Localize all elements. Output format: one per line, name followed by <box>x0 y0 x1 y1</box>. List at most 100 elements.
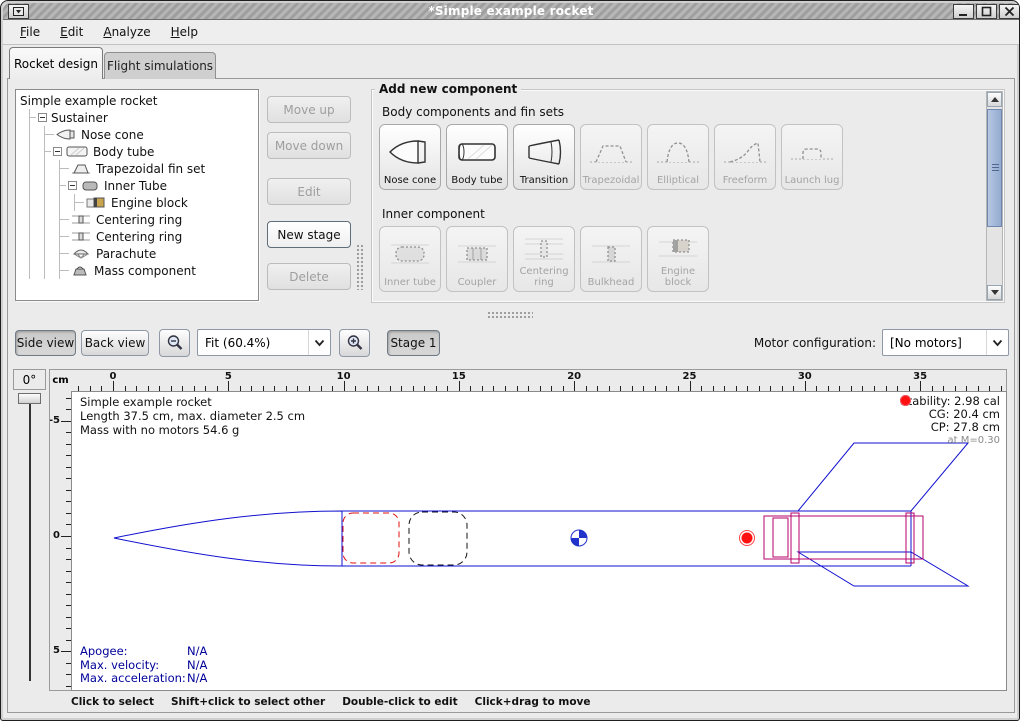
delete-button[interactable]: Delete <box>267 263 351 290</box>
fin-bottom[interactable] <box>798 552 968 586</box>
move-down-button[interactable]: Move down <box>267 132 351 159</box>
cp-icon <box>900 395 911 406</box>
add-centering-ring-button[interactable]: Centering ring <box>513 226 575 292</box>
nose-cone-icon <box>56 129 76 140</box>
menu-edit[interactable]: Edit <box>51 22 92 42</box>
tree-item-centering-ring-1[interactable]: Centering ring <box>74 211 258 228</box>
tab-rocket-design[interactable]: Rocket design <box>9 47 103 79</box>
parachute-icon <box>71 248 91 259</box>
freeform-fin-icon <box>722 129 768 176</box>
component-tree-panel[interactable]: Simple example rocket Sustainer <box>15 89 259 301</box>
fin-set-icon <box>71 163 91 174</box>
body-tube-outline[interactable] <box>342 511 911 566</box>
rocket-mass: Mass with no motors 54.6 g <box>80 423 305 437</box>
trapezoidal-fin-icon <box>588 129 634 176</box>
collapse-handle[interactable] <box>53 147 62 156</box>
mass-component-outline[interactable] <box>409 512 467 565</box>
rotation-angle-display: 0° <box>13 369 46 390</box>
tree-item-parachute[interactable]: Parachute <box>74 245 258 262</box>
nose-cone-icon <box>387 129 433 176</box>
tree-item-body-tube[interactable]: Body tube <box>59 143 258 160</box>
collapse-handle[interactable] <box>38 113 47 122</box>
scrollbar-thumb[interactable] <box>987 109 1002 227</box>
side-view-button[interactable]: Side view <box>15 330 76 356</box>
new-stage-button[interactable]: New stage <box>267 221 351 248</box>
zoom-out-button[interactable] <box>159 329 190 357</box>
rocket-design-canvas[interactable]: Simple example rocket Length 37.5 cm, ma… <box>71 391 1007 691</box>
scroll-up-button[interactable] <box>987 92 1002 107</box>
motor-configuration-value: [No motors] <box>883 336 986 350</box>
add-panel-scrollbar[interactable] <box>986 91 1003 301</box>
back-view-button[interactable]: Back view <box>81 330 149 356</box>
tree-item-sustainer[interactable]: Sustainer <box>44 109 258 126</box>
vertical-ruler: -505 <box>49 391 72 691</box>
add-bulkhead-button[interactable]: Bulkhead <box>580 226 642 292</box>
elliptical-fin-icon <box>655 129 701 176</box>
nose-cone-outline[interactable] <box>114 511 342 566</box>
ruler-label: 0 <box>53 530 60 541</box>
tree-item-rocket[interactable]: Simple example rocket <box>20 92 258 109</box>
combo-arrow-button[interactable] <box>308 330 330 355</box>
combo-arrow-button[interactable] <box>986 330 1008 355</box>
close-button[interactable] <box>999 4 1020 19</box>
zoom-level-value: Fit (60.4%) <box>198 336 308 350</box>
tree-item-mass-component[interactable]: Mass component <box>74 262 258 279</box>
menu-help[interactable]: Help <box>162 22 207 42</box>
minimize-button[interactable] <box>953 4 974 19</box>
add-elliptical-fin-button[interactable]: Elliptical <box>647 124 709 190</box>
edit-button[interactable]: Edit <box>267 178 351 205</box>
add-body-tube-button[interactable]: Body tube <box>446 124 508 190</box>
tree-item-engine-block[interactable]: Engine block <box>89 194 258 211</box>
horizontal-splitter[interactable] <box>487 311 533 320</box>
add-freeform-fin-button[interactable]: Freeform <box>714 124 776 190</box>
status-hint: Click to select <box>71 696 154 708</box>
stage-1-toggle[interactable]: Stage 1 <box>387 330 440 356</box>
tree-item-inner-tube[interactable]: Inner Tube <box>74 177 258 194</box>
add-transition-button[interactable]: Transition <box>513 124 575 190</box>
title-bar[interactable]: *Simple example rocket <box>3 3 1019 20</box>
tab-flight-simulations[interactable]: Flight simulations <box>104 52 216 79</box>
chevron-down-icon <box>991 290 999 295</box>
ruler-label: 35 <box>913 371 927 382</box>
add-inner-tube-button[interactable]: Inner tube <box>379 226 441 292</box>
centering-ring-fore[interactable] <box>791 513 799 563</box>
zoom-level-select[interactable]: Fit (60.4%) <box>197 329 331 356</box>
engine-block-outline[interactable] <box>773 518 788 557</box>
tree-item-trapezoidal-fin-set[interactable]: Trapezoidal fin set <box>74 160 258 177</box>
add-nose-cone-button[interactable]: Nose cone <box>379 124 441 190</box>
rocket-name: Simple example rocket <box>80 395 305 409</box>
tree-item-centering-ring-2[interactable]: Centering ring <box>74 228 258 245</box>
maximize-button[interactable] <box>976 4 997 19</box>
ruler-label: 25 <box>683 371 697 382</box>
add-launch-lug-button[interactable]: Launch lug <box>781 124 843 190</box>
centering-ring-icon <box>71 214 91 225</box>
scroll-down-button[interactable] <box>987 285 1002 300</box>
collapse-handle[interactable] <box>68 181 77 190</box>
rotation-slider-handle[interactable] <box>18 393 41 404</box>
add-engine-block-button[interactable]: Engine block <box>647 226 709 292</box>
rocket-dimensions: Length 37.5 cm, max. diameter 2.5 cm <box>80 409 305 423</box>
bulkhead-icon <box>588 231 634 278</box>
add-trapezoidal-fin-button[interactable]: Trapezoidal <box>580 124 642 190</box>
zoom-in-button[interactable] <box>339 329 370 357</box>
maximize-icon <box>981 6 992 17</box>
motor-configuration-select[interactable]: [No motors] <box>882 329 1009 356</box>
ruler-label: -5 <box>49 415 60 426</box>
zoom-out-icon <box>166 334 184 352</box>
rotation-slider-track[interactable] <box>29 400 31 681</box>
menu-file[interactable]: File <box>11 22 49 42</box>
menu-analyze[interactable]: Analyze <box>94 22 159 42</box>
ruler-tick <box>690 381 691 391</box>
move-up-button[interactable]: Move up <box>267 96 351 123</box>
mach-note: at M=0.30 <box>900 434 1000 447</box>
add-coupler-button[interactable]: Coupler <box>446 226 508 292</box>
ruler-tick <box>61 536 71 537</box>
ruler-tick <box>920 381 921 391</box>
motor-configuration-label: Motor configuration: <box>746 336 876 350</box>
cp-marker <box>740 531 755 546</box>
tree-item-nose-cone[interactable]: Nose cone <box>59 126 258 143</box>
parachute-outline[interactable] <box>343 513 399 563</box>
fin-top[interactable] <box>798 443 968 511</box>
vertical-splitter[interactable] <box>356 244 365 290</box>
centering-ring-aft[interactable] <box>906 513 914 563</box>
